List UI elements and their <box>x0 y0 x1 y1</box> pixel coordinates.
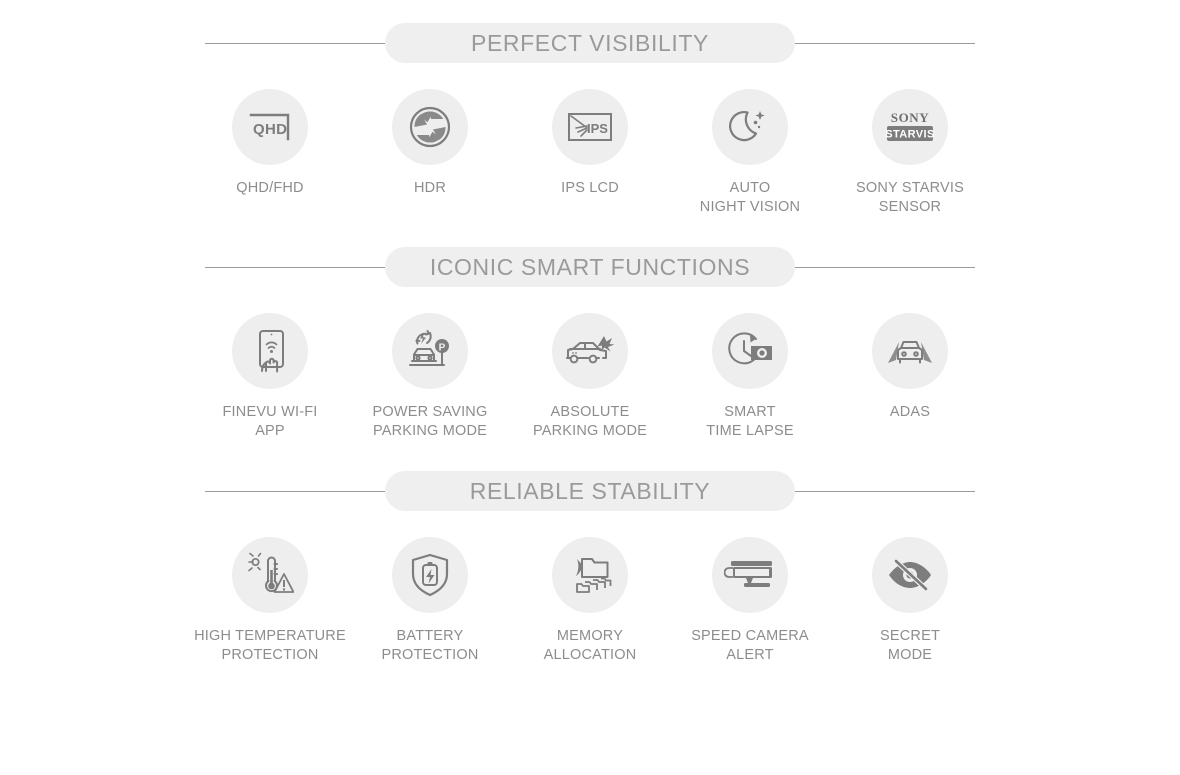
feature-label: FINEVU WI-FI APP <box>222 404 318 439</box>
clock-camera-icon <box>725 329 775 373</box>
svg-text:SONY: SONY <box>891 110 930 125</box>
section-title: PERFECT VISIBILITY <box>471 29 709 56</box>
car-impact-icon <box>563 332 617 370</box>
aperture-shutter-icon <box>407 104 453 150</box>
section-title: RELIABLE STABILITY <box>469 477 711 504</box>
car-lane-icon <box>884 332 936 370</box>
feature-icon-circle <box>712 89 788 165</box>
thermometer-warning-icon <box>246 552 294 598</box>
section-title-pill: ICONIC SMART FUNCTIONS <box>385 247 795 287</box>
feature-label: QHD/FHD <box>236 180 304 196</box>
feature-label: HIGH TEMPERATURE PROTECTION <box>194 628 346 663</box>
section-reliable-stability: RELIABLE STABILITY HIGH TEMPERATURE PROT… <box>0 441 1180 665</box>
feature-ips-lcd[interactable]: IPS IPS LCD <box>510 89 670 198</box>
feature-label: AUTO NIGHT VISION <box>699 180 801 215</box>
feature-icon-circle <box>712 313 788 389</box>
feature-label: SONY STARVIS SENSOR <box>856 180 964 215</box>
feature-icon-circle <box>232 537 308 613</box>
feature-icon-circle <box>392 89 468 165</box>
eye-slash-icon <box>885 558 935 592</box>
section-header: RELIABLE STABILITY <box>205 471 975 511</box>
feature-icon-circle <box>232 313 308 389</box>
feature-hdr[interactable]: HDR <box>350 89 510 198</box>
qhd-screen-icon: QHD <box>247 110 293 144</box>
feature-icon-circle: QHD <box>232 89 308 165</box>
section-iconic-smart-functions: ICONIC SMART FUNCTIONS FINEVU WI-FI APP … <box>0 217 1180 441</box>
feature-icon-circle <box>552 313 628 389</box>
sony-starvis-logo-icon: SONY STARVIS <box>882 107 938 147</box>
feature-icon-circle: P <box>392 313 468 389</box>
phone-wifi-hand-icon <box>248 327 292 375</box>
feature-high-temperature-protection[interactable]: HIGH TEMPERATURE PROTECTION <box>190 537 350 665</box>
feature-absolute-parking-mode[interactable]: ABSOLUTE PARKING MODE <box>510 313 670 441</box>
feature-label: ABSOLUTE PARKING MODE <box>532 404 648 439</box>
svg-text:QHD: QHD <box>253 121 287 138</box>
feature-row: QHD QHD/FHD HDR IPS IPS LCD AUTO NIGHT V… <box>190 89 990 217</box>
feature-label: ADAS <box>889 404 931 420</box>
section-header: ICONIC SMART FUNCTIONS <box>205 247 975 287</box>
section-title-pill: PERFECT VISIBILITY <box>385 23 795 63</box>
feature-row: FINEVU WI-FI APP P POWER SAVING PARKING … <box>190 313 990 441</box>
feature-qhd-fhd[interactable]: QHD QHD/FHD <box>190 89 350 198</box>
feature-label: POWER SAVING PARKING MODE <box>372 404 488 439</box>
feature-auto-night-vision[interactable]: AUTO NIGHT VISION <box>670 89 830 217</box>
feature-icon-circle: SONY STARVIS <box>872 89 948 165</box>
feature-label: IPS LCD <box>561 180 619 196</box>
section-header: PERFECT VISIBILITY <box>205 23 975 63</box>
car-power-parking-icon: P <box>404 327 456 375</box>
moon-stars-icon <box>727 104 773 150</box>
feature-icon-circle <box>712 537 788 613</box>
svg-text:STARVIS: STARVIS <box>885 129 934 141</box>
feature-finevu-wifi-app[interactable]: FINEVU WI-FI APP <box>190 313 350 441</box>
feature-power-saving-parking-mode[interactable]: P POWER SAVING PARKING MODE <box>350 313 510 441</box>
feature-label: MEMORY ALLOCATION <box>543 628 637 663</box>
feature-smart-time-lapse[interactable]: SMART TIME LAPSE <box>670 313 830 441</box>
feature-icon-circle: IPS <box>552 89 628 165</box>
feature-icon-circle <box>872 313 948 389</box>
folder-files-icon <box>564 553 616 597</box>
shield-battery-icon <box>409 552 451 598</box>
feature-label: SPEED CAMERA ALERT <box>691 628 809 663</box>
feature-label: BATTERY PROTECTION <box>381 628 479 663</box>
feature-label: HDR <box>413 180 446 196</box>
feature-adas[interactable]: ADAS <box>830 313 990 422</box>
feature-secret-mode[interactable]: SECRET MODE <box>830 537 990 665</box>
svg-text:P: P <box>439 343 446 354</box>
feature-label: SECRET MODE <box>879 628 940 663</box>
feature-row: HIGH TEMPERATURE PROTECTION BATTERY PROT… <box>190 537 990 665</box>
feature-icon-circle <box>552 537 628 613</box>
feature-icon-circle <box>392 537 468 613</box>
feature-speed-camera-alert[interactable]: SPEED CAMERA ALERT <box>670 537 830 665</box>
feature-memory-allocation[interactable]: MEMORY ALLOCATION <box>510 537 670 665</box>
feature-icon-circle <box>872 537 948 613</box>
section-title: ICONIC SMART FUNCTIONS <box>429 253 751 280</box>
section-title-pill: RELIABLE STABILITY <box>385 471 795 511</box>
feature-battery-protection[interactable]: BATTERY PROTECTION <box>350 537 510 665</box>
feature-sony-starvis-sensor[interactable]: SONY STARVIS SONY STARVIS SENSOR <box>830 89 990 217</box>
section-perfect-visibility: PERFECT VISIBILITY QHD QHD/FHD HDR IPS I… <box>0 0 1180 217</box>
svg-text:IPS: IPS <box>587 121 608 136</box>
ips-display-icon: IPS <box>566 109 614 145</box>
feature-overview-page: PERFECT VISIBILITY QHD QHD/FHD HDR IPS I… <box>0 0 1180 775</box>
speed-camera-icon <box>724 556 776 594</box>
feature-label: SMART TIME LAPSE <box>706 404 794 439</box>
